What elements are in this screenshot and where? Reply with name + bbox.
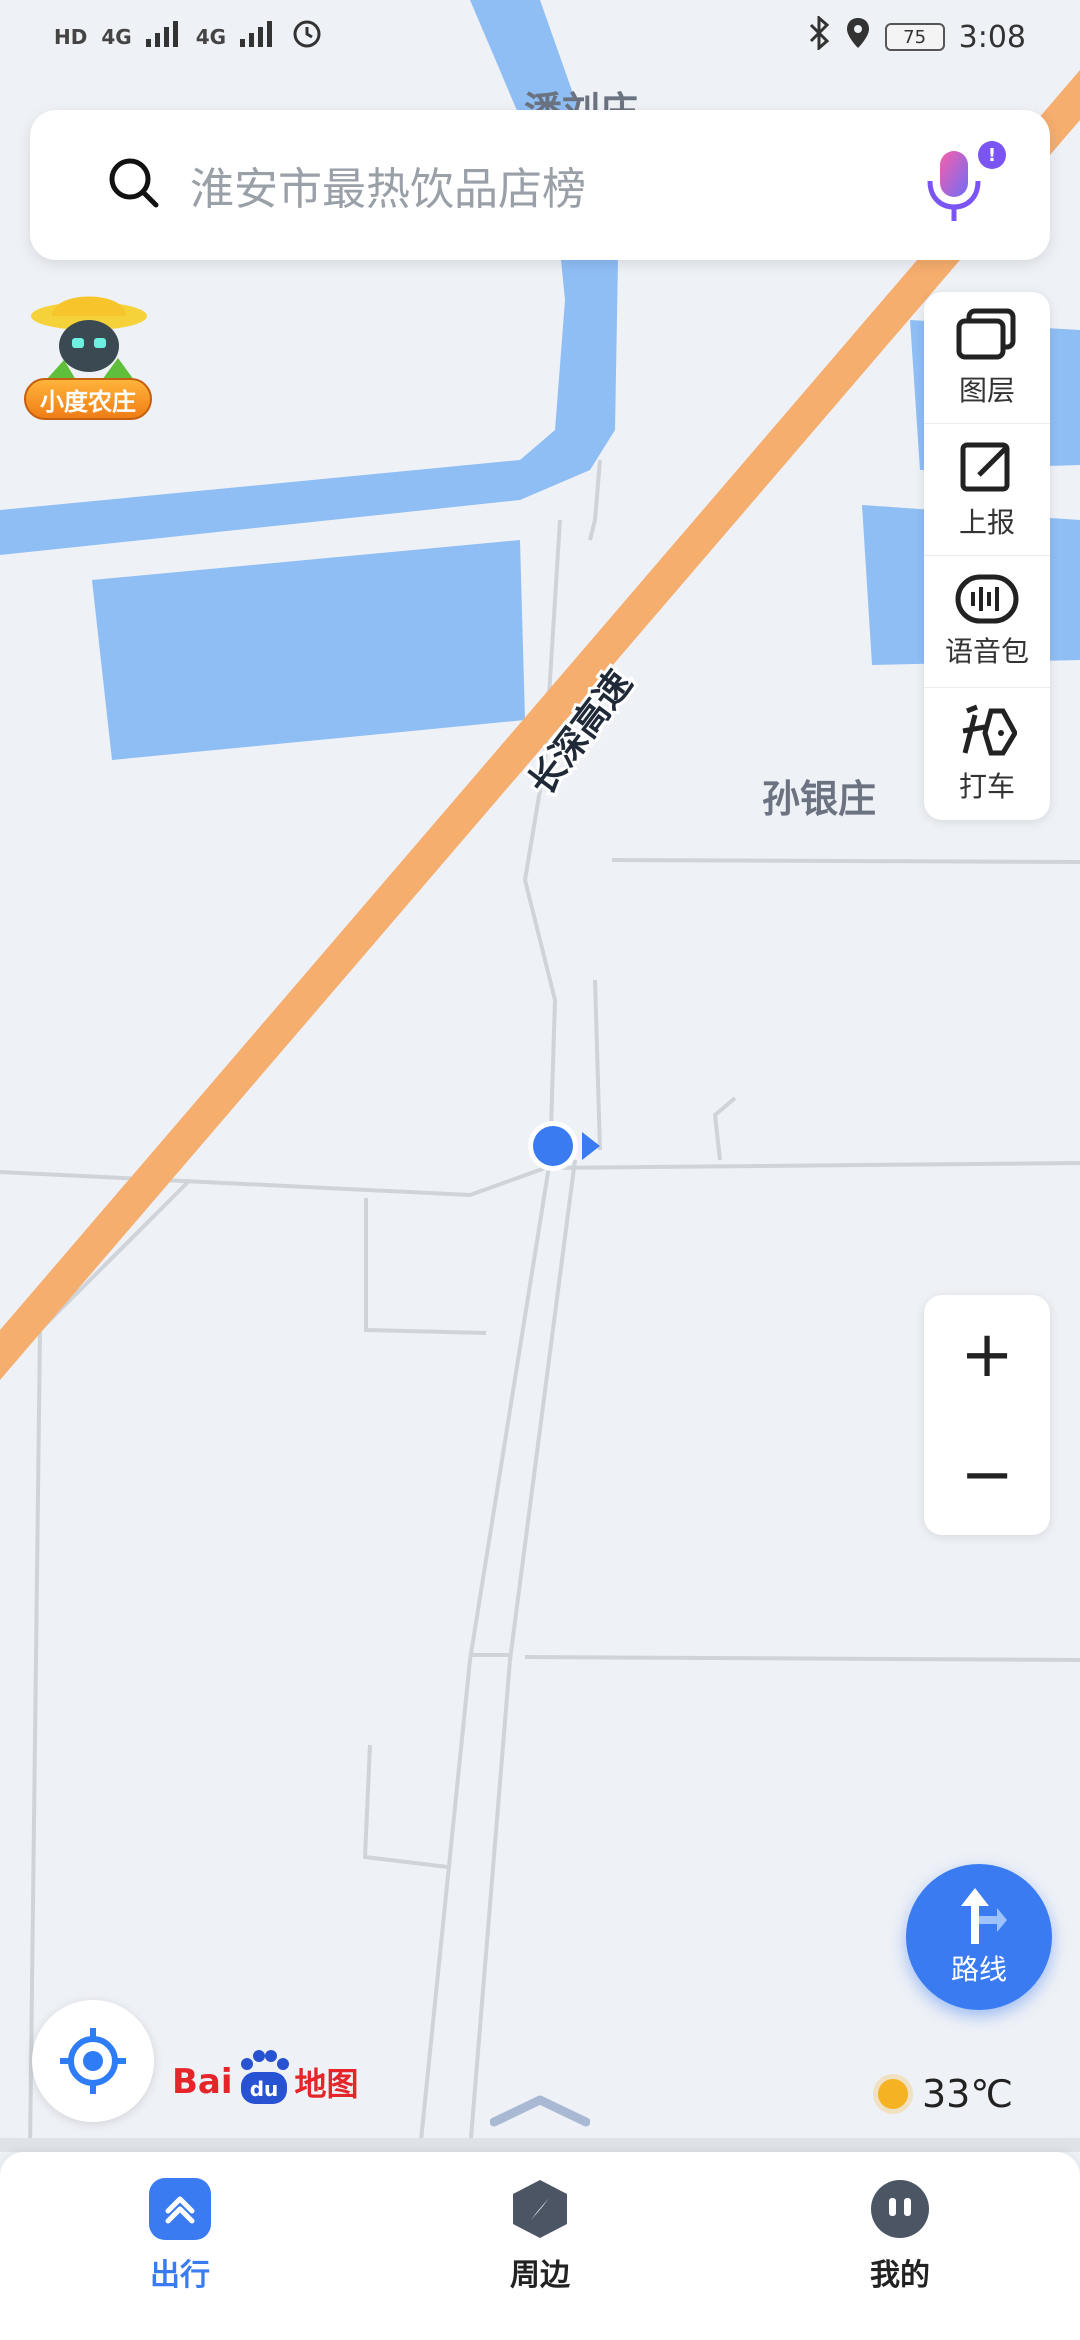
voice-search-button[interactable]: ! <box>910 137 1006 233</box>
baidu-map-logo: Bai du 地图 <box>172 2049 359 2115</box>
clock: 3:08 <box>958 19 1026 55</box>
tab-label: 出行 <box>150 2258 210 2293</box>
zoom-out-button[interactable]: − <box>924 1415 1050 1535</box>
tab-profile[interactable]: 我的 <box>800 2178 1000 2294</box>
profile-icon <box>869 2178 931 2240</box>
tab-nearby[interactable]: 周边 <box>440 2178 640 2294</box>
voice-pack-button[interactable]: 语音包 <box>924 556 1050 688</box>
route-arrow-icon <box>961 1888 1007 1944</box>
tab-label: 我的 <box>870 2258 930 2293</box>
map-canvas[interactable]: 长深高速 <box>0 0 1080 2340</box>
tool-label: 图层 <box>958 373 1015 407</box>
layers-icon <box>956 308 1016 359</box>
location-pin-icon <box>845 16 871 58</box>
status-bar: HD 4G 4G 75 3:08 <box>0 0 1080 74</box>
voice-pack-icon <box>955 574 1019 623</box>
pull-up-handle-icon[interactable] <box>490 2090 590 2130</box>
bottom-navigation: 出行 周边 我的 <box>0 2152 1080 2340</box>
sun-icon <box>878 2079 908 2109</box>
notification-dot: ! <box>978 141 1006 169</box>
battery-indicator: 75 <box>884 23 945 51</box>
locate-me-button[interactable] <box>32 2000 154 2122</box>
taxi-button[interactable]: 打车 <box>924 688 1050 820</box>
svg-text:du: du <box>249 2077 278 2101</box>
signal-icon <box>145 19 182 55</box>
search-icon <box>106 155 162 215</box>
farm-badge[interactable]: 小度农庄 <box>24 280 154 420</box>
tab-travel[interactable]: 出行 <box>80 2178 280 2294</box>
report-button[interactable]: 上报 <box>924 424 1050 556</box>
crosshair-icon <box>60 2028 126 2094</box>
farm-robot-icon <box>31 296 147 380</box>
bluetooth-icon <box>807 14 831 58</box>
hd-indicator: HD <box>54 25 88 49</box>
signal-icon <box>240 19 276 55</box>
edit-report-icon <box>960 442 1010 491</box>
farm-badge-label: 小度农庄 <box>24 378 152 420</box>
search-bar[interactable]: 淮安市最热饮品店榜 ! <box>30 110 1050 260</box>
tool-label: 语音包 <box>944 634 1029 668</box>
travel-icon <box>149 2178 211 2240</box>
map-label-village: 孙银庄 <box>762 777 877 821</box>
tool-label: 上报 <box>958 505 1015 539</box>
paw-icon: du <box>235 2049 293 2115</box>
network-indicator: 4G <box>101 25 132 49</box>
map-tools-panel: 图层 上报 语音包 打车 <box>924 292 1050 820</box>
network-indicator: 4G <box>195 25 227 49</box>
route-label: 路线 <box>950 1953 1007 1986</box>
route-button[interactable]: 路线 <box>906 1864 1052 2010</box>
taxi-icon <box>962 704 1017 756</box>
temperature: 33℃ <box>922 2072 1014 2116</box>
alarm-icon <box>290 16 324 58</box>
zoom-in-button[interactable]: + <box>924 1295 1050 1415</box>
nearby-compass-icon <box>509 2178 571 2240</box>
tool-label: 打车 <box>958 770 1015 803</box>
tab-label: 周边 <box>510 2258 570 2293</box>
search-placeholder[interactable]: 淮安市最热饮品店榜 <box>190 153 910 217</box>
zoom-controls: + − <box>924 1295 1050 1535</box>
layers-button[interactable]: 图层 <box>924 292 1050 424</box>
weather-widget[interactable]: 33℃ <box>878 2072 1013 2116</box>
